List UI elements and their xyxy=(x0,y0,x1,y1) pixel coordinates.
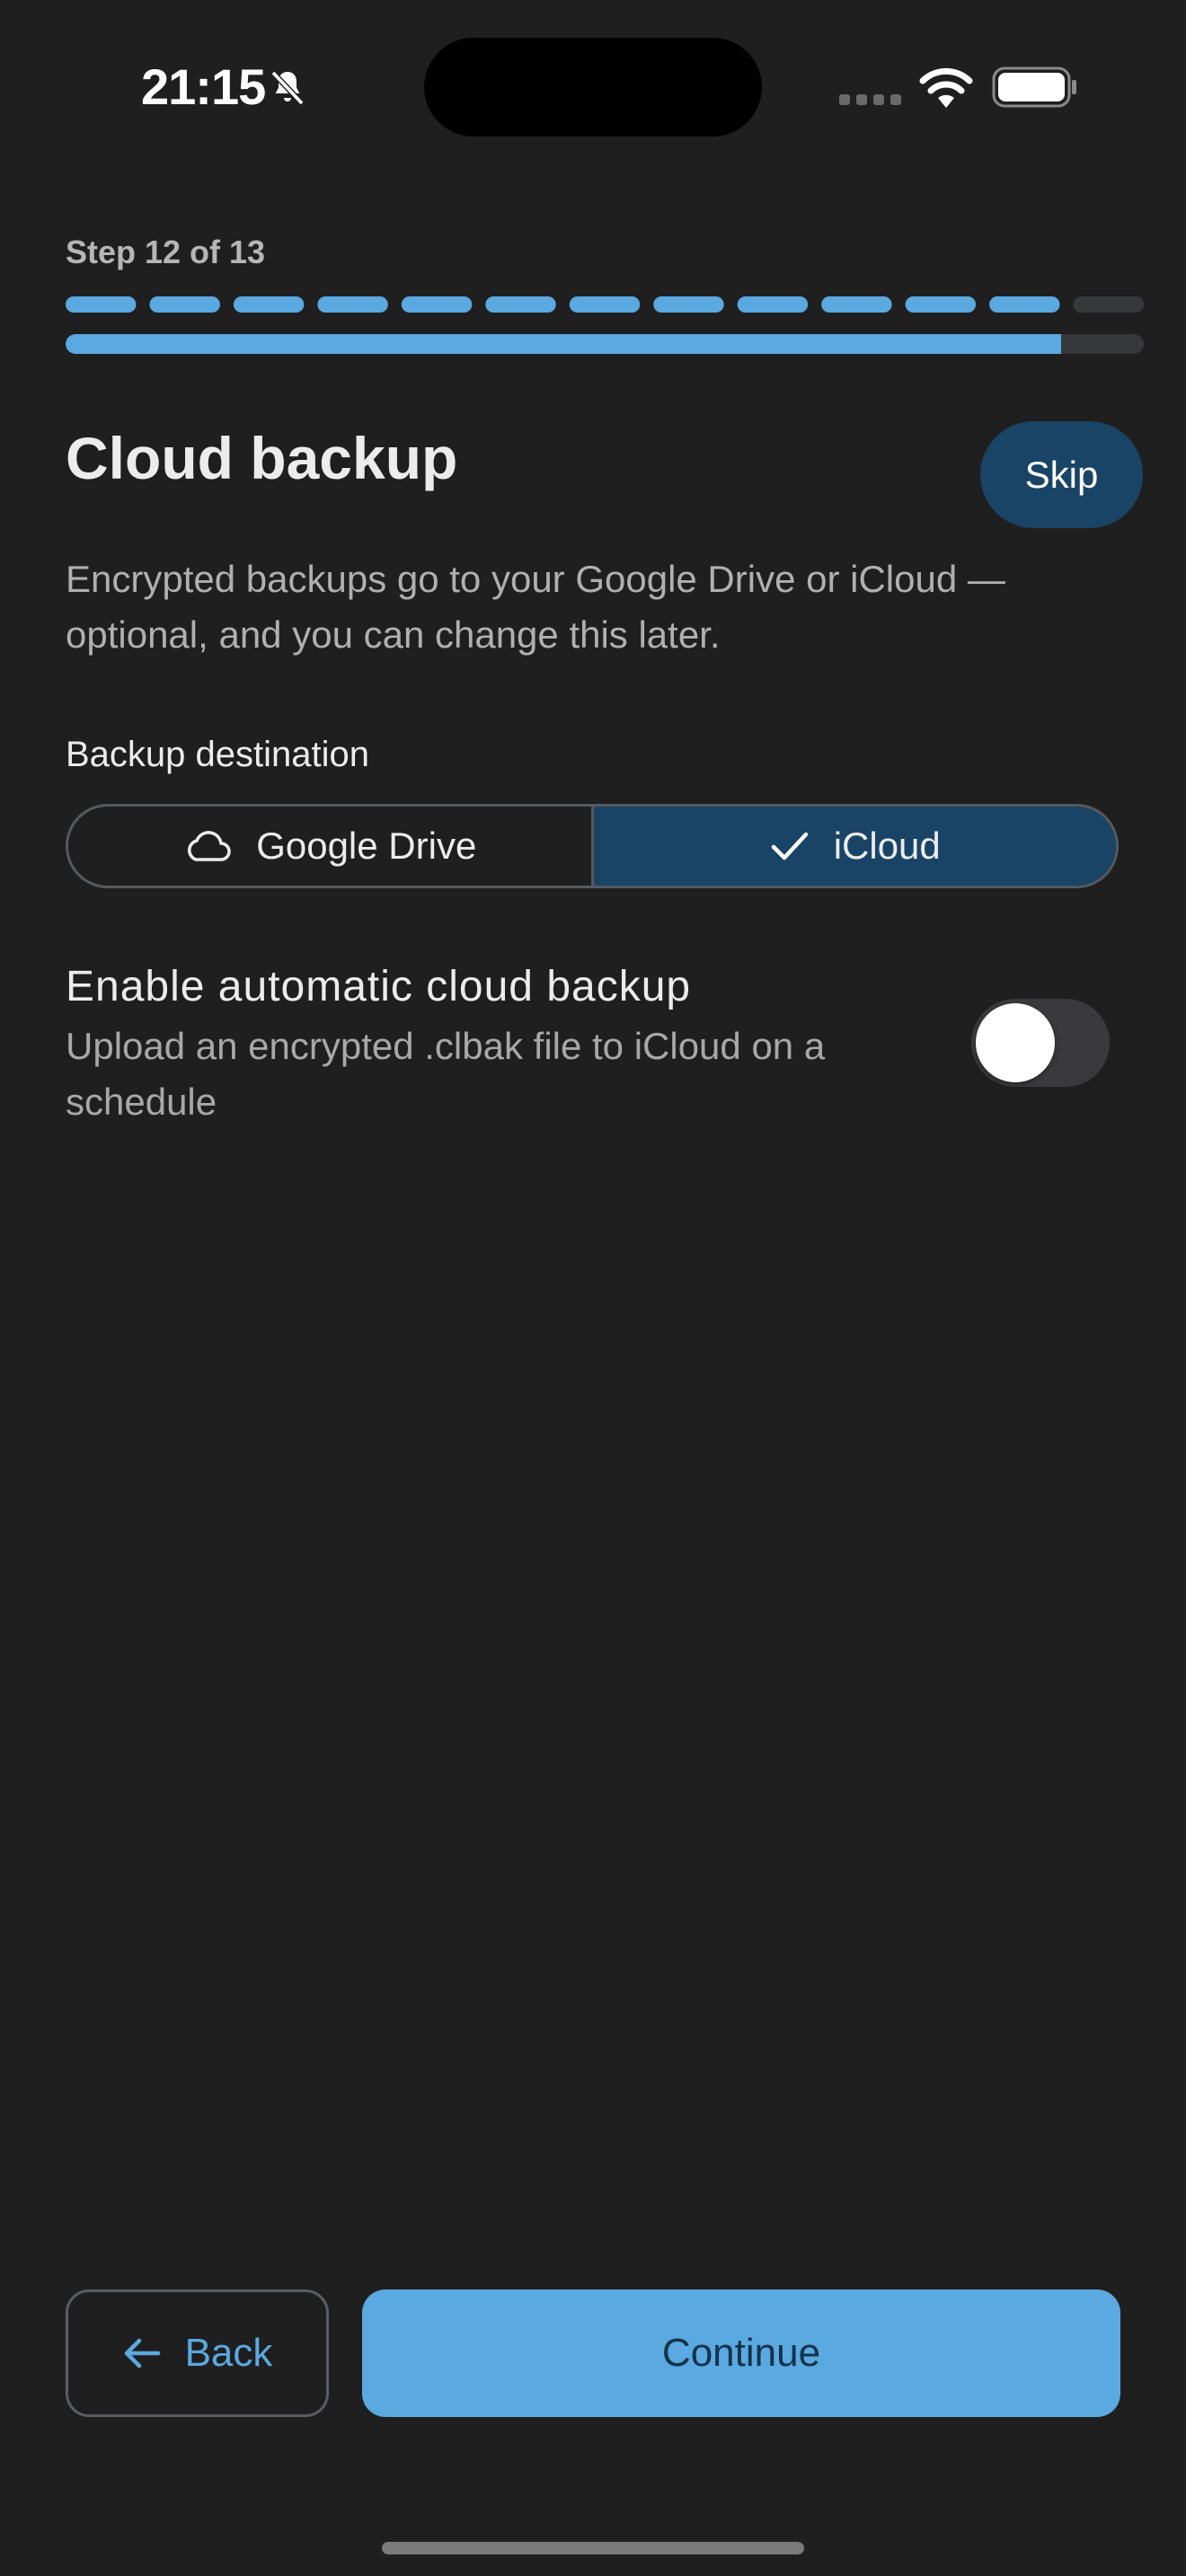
home-indicator xyxy=(382,2542,804,2554)
step-segment xyxy=(989,296,1060,313)
bell-slash-icon xyxy=(270,70,305,106)
toggle-knob xyxy=(976,1003,1055,1082)
step-segment xyxy=(66,296,137,313)
backup-destination-label: Backup destination xyxy=(66,735,370,774)
step-segment xyxy=(821,296,892,313)
cloud-icon xyxy=(188,831,231,861)
google-drive-label: Google Drive xyxy=(256,825,477,867)
step-segment xyxy=(653,296,724,313)
google-drive-option[interactable]: Google Drive xyxy=(68,807,594,886)
progress-bar-fill xyxy=(66,334,1061,354)
step-indicator: Step 12 of 13 xyxy=(66,234,266,270)
check-icon xyxy=(771,832,808,860)
icloud-option[interactable]: iCloud xyxy=(593,807,1116,886)
icloud-label: iCloud xyxy=(833,825,941,867)
back-label: Back xyxy=(184,2331,273,2375)
auto-backup-title: Enable automatic cloud backup xyxy=(66,963,692,1010)
auto-backup-description: Upload an encrypted .clbak file to iClou… xyxy=(66,1025,826,1123)
page-subtitle: Encrypted backups go to your Google Driv… xyxy=(66,558,1005,656)
step-segment xyxy=(233,296,305,313)
step-segments xyxy=(66,296,1144,313)
step-segment xyxy=(149,296,220,313)
page-title: Cloud backup xyxy=(66,425,458,491)
step-segment xyxy=(569,296,641,313)
wifi-icon xyxy=(919,67,973,108)
auto-backup-toggle[interactable] xyxy=(971,999,1110,1087)
arrow-left-icon xyxy=(124,2338,160,2369)
backup-destination-selector: Google Drive iCloud xyxy=(66,804,1119,888)
progress-bar xyxy=(66,334,1144,354)
battery-icon xyxy=(992,66,1076,108)
signal-dots-icon xyxy=(839,94,901,105)
skip-button[interactable]: Skip xyxy=(980,421,1143,528)
step-segment xyxy=(317,296,388,313)
dynamic-island xyxy=(424,38,762,137)
step-segment xyxy=(905,296,977,313)
status-time: 21:15 xyxy=(141,58,266,115)
step-segment xyxy=(485,296,556,313)
continue-button[interactable]: Continue xyxy=(362,2289,1120,2417)
step-segment xyxy=(401,296,473,313)
step-segment xyxy=(737,296,809,313)
step-segment xyxy=(1073,296,1144,313)
back-button[interactable]: Back xyxy=(66,2289,329,2417)
